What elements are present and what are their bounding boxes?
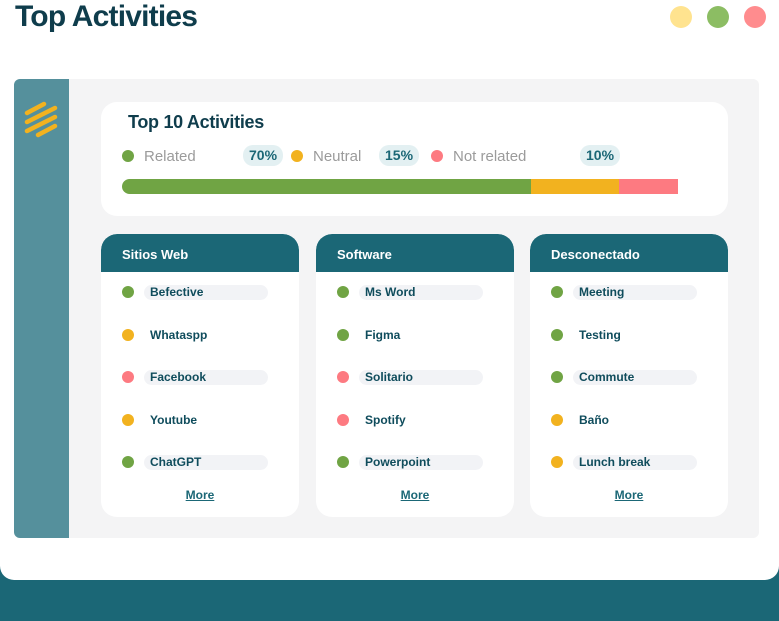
list-item[interactable]: Powerpoint (337, 454, 483, 470)
list-item[interactable]: Commute (551, 369, 697, 385)
list-item[interactable]: Befective (122, 284, 268, 300)
logo-icon[interactable] (24, 101, 58, 139)
list-item[interactable]: Solitario (337, 369, 483, 385)
status-dot-icon (337, 329, 349, 341)
status-dot-icon (337, 414, 349, 426)
legend-not-related: Not related (431, 146, 526, 166)
card-title: Software (316, 234, 514, 272)
not-related-dot-icon (431, 150, 443, 162)
neutral-percent-badge: 15% (379, 145, 420, 166)
list-item[interactable]: Meeting (551, 284, 697, 300)
more-link[interactable]: More (316, 488, 514, 502)
card-title: Sitios Web (101, 234, 299, 272)
item-label: Powerpoint (359, 454, 483, 470)
list-item[interactable]: Spotify (337, 412, 483, 428)
window-dot-green[interactable] (707, 6, 729, 28)
related-segment (122, 179, 532, 194)
item-label: Solitario (359, 369, 483, 385)
legend-label: Related (144, 147, 196, 165)
legend-related: Related (122, 146, 196, 166)
related-percent-badge: 70% (243, 145, 284, 166)
app-window: Top Activities Top 10 Activities Related… (0, 0, 779, 580)
list-item[interactable]: Lunch break (551, 454, 697, 470)
status-dot-icon (551, 414, 563, 426)
status-dot-icon (122, 371, 134, 383)
card-desconectado: Desconectado Meeting Testing Commute Bañ… (530, 234, 728, 517)
item-label: Testing (579, 327, 621, 342)
list-item[interactable]: Figma (337, 327, 483, 343)
not-related-segment (619, 179, 678, 194)
item-label: Youtube (150, 412, 198, 427)
summary-title: Top 10 Activities (128, 112, 264, 132)
item-label: Meeting (573, 284, 697, 300)
list-item[interactable]: Baño (551, 412, 697, 428)
item-label: ChatGPT (144, 454, 268, 470)
card-sitios-web: Sitios Web Befective Whataspp Facebook Y… (101, 234, 299, 517)
top-activities-summary: Top 10 Activities Related 70% Neutral 15… (101, 102, 728, 216)
list-item[interactable]: Ms Word (337, 284, 483, 300)
list-item[interactable]: Youtube (122, 412, 268, 428)
legend-neutral: Neutral (291, 146, 361, 166)
status-dot-icon (337, 286, 349, 298)
item-label: Befective (144, 284, 268, 300)
card-title: Desconectado (530, 234, 728, 272)
item-label: Spotify (365, 412, 406, 427)
status-dot-icon (122, 286, 134, 298)
more-link[interactable]: More (530, 488, 728, 502)
activity-distribution-bar (122, 179, 707, 194)
related-dot-icon (122, 150, 134, 162)
list-item[interactable]: Whataspp (122, 327, 268, 343)
item-label: Facebook (144, 369, 268, 385)
window-dot-red[interactable] (744, 6, 766, 28)
item-label: Commute (573, 369, 697, 385)
status-dot-icon (551, 456, 563, 468)
item-label: Lunch break (573, 454, 697, 470)
item-label: Whataspp (150, 327, 208, 342)
status-dot-icon (122, 329, 134, 341)
item-label: Figma (365, 327, 401, 342)
more-link[interactable]: More (101, 488, 299, 502)
status-dot-icon (337, 371, 349, 383)
item-label: Baño (579, 412, 609, 427)
not-related-percent-badge: 10% (580, 145, 621, 166)
status-dot-icon (122, 456, 134, 468)
status-dot-icon (122, 414, 134, 426)
legend-label: Neutral (313, 147, 362, 165)
neutral-segment (531, 179, 620, 194)
dashboard-panel: Top 10 Activities Related 70% Neutral 15… (14, 79, 759, 538)
item-label: Ms Word (359, 284, 483, 300)
status-dot-icon (551, 286, 563, 298)
card-software: Software Ms Word Figma Solitario Spotify… (316, 234, 514, 517)
legend-label: Not related (453, 147, 527, 165)
status-dot-icon (551, 371, 563, 383)
status-dot-icon (337, 456, 349, 468)
list-item[interactable]: ChatGPT (122, 454, 268, 470)
sidebar (14, 79, 69, 538)
list-item[interactable]: Facebook (122, 369, 268, 385)
window-dot-yellow[interactable] (670, 6, 692, 28)
status-dot-icon (551, 329, 563, 341)
neutral-dot-icon (291, 150, 303, 162)
page-title: Top Activities (15, 0, 198, 33)
list-item[interactable]: Testing (551, 327, 697, 343)
